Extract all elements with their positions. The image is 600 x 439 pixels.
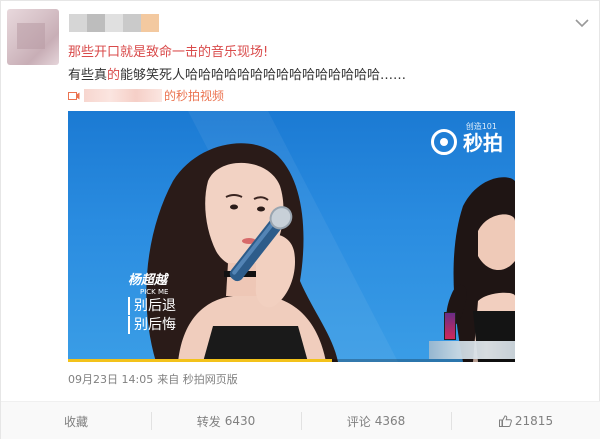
collect-label: 收藏 (63, 414, 88, 429)
watermark-small-text: 创造101 (465, 122, 497, 131)
miaopai-watermark: 创造101 秒拍 (431, 122, 503, 156)
repost-label: 转发 (196, 414, 221, 429)
username-blurred[interactable] (69, 14, 159, 32)
miaopai-logo-icon (431, 128, 457, 155)
corner-blurred-caption (429, 341, 515, 359)
post-body-rest: 能够笑死人哈哈哈哈哈哈哈哈哈哈哈哈哈哈哈…… (120, 68, 407, 83)
video-progress-fill[interactable] (68, 359, 332, 362)
corner-badge (444, 312, 456, 340)
avatar[interactable] (7, 9, 59, 65)
weibo-post-card: 那些开口就是致命一击的音乐现场! 有些真的能够笑死人哈哈哈哈哈哈哈哈哈哈哈哈哈哈… (0, 0, 600, 439)
lyric-line-1: 别后退 (128, 297, 176, 315)
comment-count: 4368 (374, 414, 406, 428)
repost-button[interactable]: 转发 6430 (151, 402, 301, 439)
video-player[interactable]: 创造101 秒拍 杨超越 PICK ME 别后退 别后悔 (68, 111, 515, 362)
comment-label: 评论 (346, 414, 371, 429)
action-bar: 收藏 转发 6430 评论 4368 21815 (1, 401, 600, 439)
like-count: 21815 (514, 414, 554, 428)
repost-count: 6430 (224, 414, 256, 428)
video-progress-track[interactable] (331, 359, 515, 362)
thumbs-up-icon (498, 415, 512, 427)
lyric-line-2: 别后悔 (128, 316, 176, 334)
post-meta: 09月23日 14:05 来自 秒拍网页版 (68, 371, 238, 387)
post-headline: 那些开口就是致命一击的音乐现场! (68, 45, 269, 60)
post-body-prefix: 有些真 (68, 68, 108, 83)
video-camera-icon (68, 91, 80, 100)
chevron-down-icon[interactable] (575, 18, 589, 28)
post-source[interactable]: 来自 秒拍网页版 (157, 373, 238, 386)
like-button[interactable]: 21815 (451, 402, 600, 439)
performer-name-tag: 杨超越 PICK ME 别后退 别后悔 (128, 269, 176, 334)
post-body-red: 的 (107, 68, 121, 83)
post-body: 有些真的能够笑死人哈哈哈哈哈哈哈哈哈哈哈哈哈哈哈…… (68, 64, 406, 83)
video-link-suffix: 的秒拍视频 (164, 89, 225, 103)
comment-button[interactable]: 评论 4368 (301, 402, 451, 439)
post-timestamp[interactable]: 09月23日 14:05 (68, 373, 153, 386)
video-author-blurred (84, 89, 162, 102)
performer-name: 杨超越 (128, 273, 168, 288)
performer-name-sub: PICK ME (140, 288, 169, 296)
video-source-link[interactable]: 的秒拍视频 (68, 87, 224, 104)
collect-button[interactable]: 收藏 (1, 402, 151, 439)
